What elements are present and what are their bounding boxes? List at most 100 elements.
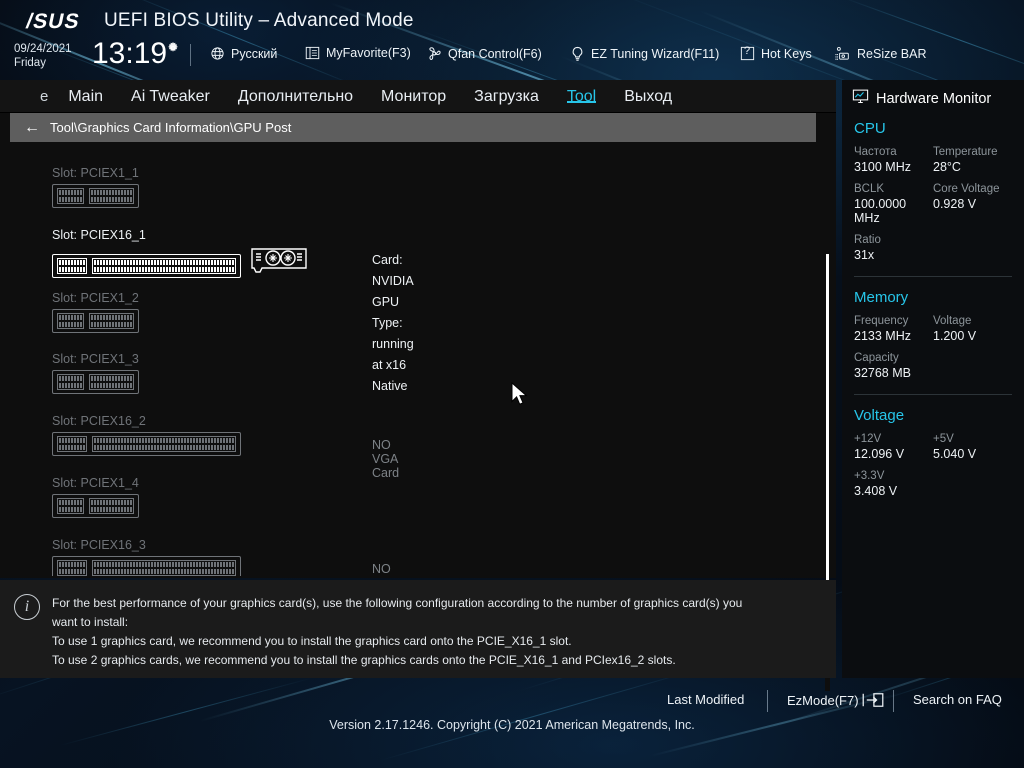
slot-row[interactable]: Slot: PCIEX16_1 Card: NVIDIA GPU Type: run… <box>52 228 308 285</box>
menu-item-label: Выход <box>624 88 672 105</box>
hw-metric-label: Frequency <box>854 315 933 327</box>
help-text-line: For the best performance of your graphic… <box>52 594 742 613</box>
menu-item-монитор[interactable]: Монитор <box>367 88 460 106</box>
hw-metric-label: Core Voltage <box>933 183 1012 195</box>
ez-tuning-wizard-button[interactable]: EZ Tuning Wizard(F11) <box>570 46 719 62</box>
connector-segment <box>92 560 236 576</box>
language-selector[interactable]: Русский <box>210 46 277 61</box>
search-faq-button[interactable]: Search on FAQ <box>913 692 1002 707</box>
connector-segment <box>92 258 236 274</box>
hw-metric: +3.3V 3.408 V <box>854 470 933 498</box>
hw-metric-label: +5V <box>933 433 1012 445</box>
pcie-connector-x16 <box>52 432 241 456</box>
hw-metric-label: Capacity <box>854 352 933 364</box>
hw-metric-label: Voltage <box>933 315 1012 327</box>
hw-metric: Ratio 31x <box>854 234 933 262</box>
hw-row: +12V 12.096 V +5V 5.040 V <box>842 433 1024 461</box>
pcie-connector-x1 <box>52 370 139 394</box>
menu-item-загрузка[interactable]: Загрузка <box>460 88 553 106</box>
exit-arrow-icon <box>861 692 885 708</box>
myfavorite-button[interactable]: MyFavorite(F3) <box>305 46 411 60</box>
slot-label: Slot: PCIEX1_3 <box>52 352 139 366</box>
slot-label: Slot: PCIEX16_3 <box>52 538 241 552</box>
slot-row[interactable]: Slot: PCIEX1_3 <box>52 352 139 394</box>
hw-metric: Capacity 32768 MB <box>854 352 933 380</box>
hw-metric-label: BCLK <box>854 183 933 195</box>
menu-item-ai-tweaker[interactable]: Ai Tweaker <box>117 88 224 106</box>
slot-label: Slot: PCIEX1_4 <box>52 476 139 490</box>
menu-item-main[interactable]: Main <box>54 88 117 106</box>
help-text-line: To use 1 graphics card, we recommend you… <box>52 632 742 651</box>
slot-graphic-row <box>52 309 139 333</box>
help-text: For the best performance of your graphic… <box>52 594 742 678</box>
ezmode-label: EzMode(F7) <box>787 693 859 708</box>
menu-item-label: Монитор <box>381 88 446 105</box>
slot-status: NO VGA Card <box>372 438 399 480</box>
menu-item-clipped[interactable]: е <box>0 88 54 105</box>
hw-metric-value: 31x <box>854 248 933 262</box>
slot-row[interactable]: Slot: PCIEX1_1 <box>52 166 139 208</box>
hw-metric-label: +3.3V <box>854 470 933 482</box>
pcie-connector-x1 <box>52 494 139 518</box>
myfavorite-label: MyFavorite(F3) <box>326 46 411 60</box>
footer-bar: Last Modified EzMode(F7) Search on FAQ V… <box>0 678 1024 768</box>
breadcrumb[interactable]: ← Tool\Graphics Card Information\GPU Pos… <box>10 113 816 142</box>
qfan-control-button[interactable]: Qfan Control(F6) <box>425 46 542 61</box>
hw-metric: Temperature 28°C <box>933 146 1012 174</box>
hw-metric-value: 5.040 V <box>933 447 1012 461</box>
connector-segment <box>57 313 84 329</box>
slot-row[interactable]: Slot: PCIEX1_4 <box>52 476 139 518</box>
footer-divider-1 <box>767 690 768 712</box>
header-divider <box>190 44 191 66</box>
resize-bar-button[interactable]: ReSize BAR <box>834 46 926 62</box>
hw-metric-value: 12.096 V <box>854 447 933 461</box>
hw-metric-value: 100.0000 MHz <box>854 197 933 225</box>
monitor-icon <box>852 89 869 108</box>
slot-row[interactable]: Slot: PCIEX16_2 NO VGA Card <box>52 414 241 456</box>
hw-metric: +5V 5.040 V <box>933 433 1012 461</box>
weekday-value: Friday <box>14 56 72 70</box>
slot-label: Slot: PCIEX16_2 <box>52 414 241 428</box>
hw-metric-label: +12V <box>854 433 933 445</box>
hw-row: Frequency 2133 MHz Voltage 1.200 V <box>842 315 1024 343</box>
main-menu-bar[interactable]: е Main Ai Tweaker Дополнительно Монитор Загру… <box>0 80 836 113</box>
connector-segment <box>89 498 134 514</box>
hw-row: BCLK 100.0000 MHz Core Voltage 0.928 V <box>842 183 1024 225</box>
date-display: 09/24/2021 Friday <box>14 42 72 70</box>
slot-row[interactable]: Slot: PCIEX16_3 NO VGA Card <box>52 538 241 576</box>
connector-segment <box>89 313 134 329</box>
card-type: Type: running at x16 Native <box>372 313 414 397</box>
help-text-line: To use 2 graphics cards, we recommend yo… <box>52 651 742 670</box>
help-info-panel: i For the best performance of your graph… <box>0 580 836 678</box>
hot-keys-button[interactable]: ? Hot Keys <box>740 46 812 61</box>
hw-row: Частота 3100 MHz Temperature 28°C <box>842 146 1024 174</box>
hw-metric-value: 28°C <box>933 160 1012 174</box>
help-text-line: want to install: <box>52 613 742 632</box>
menu-item-label: Tool <box>567 88 596 105</box>
hw-metric: Core Voltage 0.928 V <box>933 183 1012 225</box>
pcie-connector-x16 <box>52 254 241 278</box>
hardware-monitor-panel: Hardware Monitor CPU Частота 3100 MHz Tempe… <box>842 80 1024 678</box>
last-modified-button[interactable]: Last Modified <box>667 692 744 707</box>
menu-item-tool[interactable]: Tool <box>553 88 610 106</box>
date-value: 09/24/2021 <box>14 42 72 56</box>
breadcrumb-path: Tool\Graphics Card Information\GPU Post <box>50 120 291 135</box>
slot-graphic-row <box>52 184 139 208</box>
hw-row: Capacity 32768 MB <box>842 352 1024 380</box>
hardware-monitor-title: Hardware Monitor <box>842 80 1024 108</box>
slot-graphic-row <box>52 432 241 456</box>
arrow-left-icon[interactable]: ← <box>24 120 40 136</box>
connector-segment <box>57 374 84 390</box>
menu-item-выход[interactable]: Выход <box>610 88 686 106</box>
info-icon: i <box>14 594 40 620</box>
ezmode-button[interactable]: EzMode(F7) <box>787 692 885 708</box>
slot-graphic-row <box>52 370 139 394</box>
connector-segment <box>57 498 84 514</box>
slot-graphic-row <box>52 494 139 518</box>
hw-row: Ratio 31x <box>842 234 1024 262</box>
gear-icon[interactable] <box>166 41 180 55</box>
menu-item-дополнительно[interactable]: Дополнительно <box>224 88 367 106</box>
connector-segment <box>89 188 134 204</box>
slot-row[interactable]: Slot: PCIEX1_2 <box>52 291 139 333</box>
hw-section-title-voltage: Voltage <box>842 395 1024 424</box>
